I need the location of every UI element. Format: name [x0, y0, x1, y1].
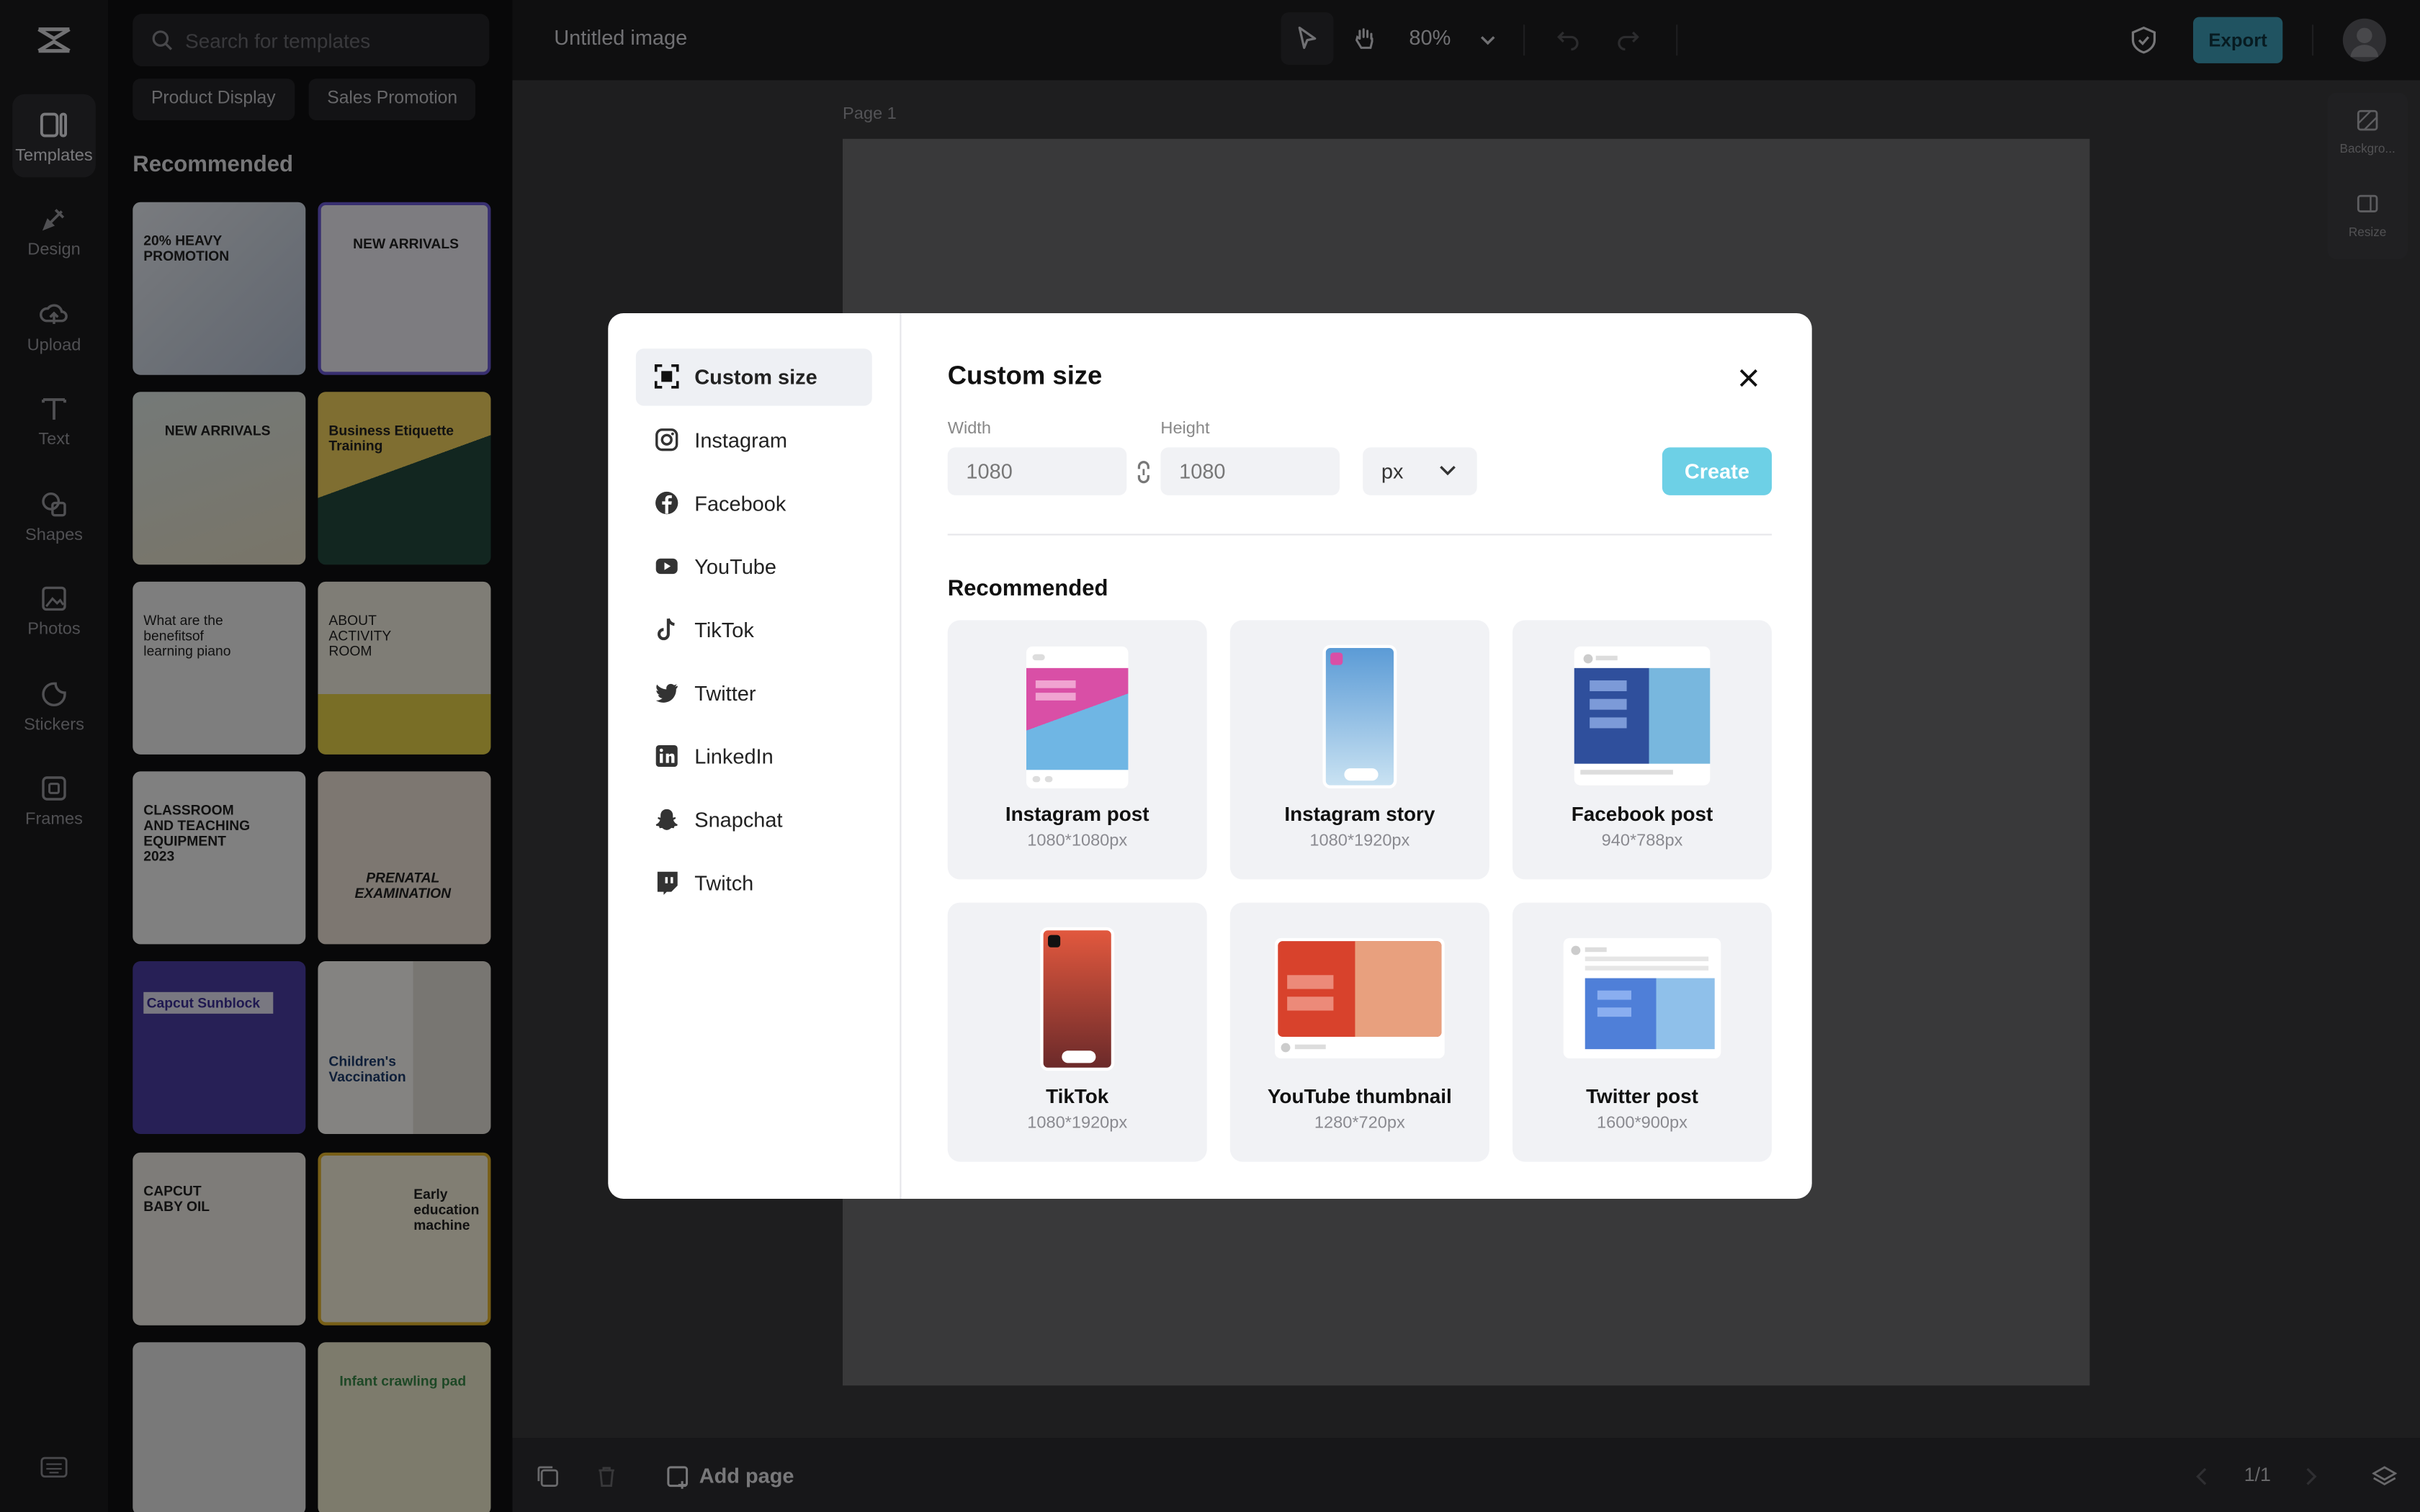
dialog-sidebar: Custom size Instagram Facebook YouTube T…	[608, 313, 902, 1199]
preset-card-twitter-post[interactable]: Twitter post 1600*900px	[1512, 902, 1772, 1162]
sidebar-item-tiktok[interactable]: TikTok	[636, 602, 872, 659]
preset-name: Instagram story	[1284, 802, 1435, 826]
preset-card-facebook-post[interactable]: Facebook post 940*788px	[1512, 620, 1772, 880]
sidebar-item-label: LinkedIn	[694, 745, 774, 769]
sidebar-item-twitch[interactable]: Twitch	[636, 855, 872, 912]
sidebar-item-youtube[interactable]: YouTube	[636, 539, 872, 595]
preset-size: 1080*1920px	[1027, 1114, 1128, 1133]
sidebar-item-custom-size[interactable]: Custom size	[635, 348, 872, 406]
preset-size: 1080*1080px	[1027, 832, 1128, 850]
preset-name: Instagram post	[1005, 802, 1150, 826]
width-input[interactable]	[947, 447, 1127, 495]
divider	[947, 534, 1772, 536]
tiktok-icon	[657, 618, 675, 641]
preset-name: YouTube thumbnail	[1267, 1084, 1452, 1108]
twitch-icon	[657, 871, 678, 895]
unit-select[interactable]: px	[1363, 447, 1477, 495]
preset-size: 1080*1920px	[1309, 832, 1410, 850]
sidebar-item-label: Custom size	[694, 365, 817, 389]
preset-illustration	[1275, 937, 1445, 1058]
sidebar-item-snapchat[interactable]: Snapchat	[636, 791, 872, 848]
custom-size-dialog: Custom size Instagram Facebook YouTube T…	[608, 313, 1812, 1199]
preset-illustration	[1322, 644, 1397, 788]
chevron-down-icon	[1440, 466, 1456, 476]
sidebar-item-label: TikTok	[694, 618, 754, 642]
preset-illustration	[1563, 937, 1721, 1058]
youtube-icon	[655, 558, 678, 575]
sidebar-item-instagram[interactable]: Instagram	[636, 412, 872, 469]
preset-illustration	[1026, 646, 1129, 788]
sidebar-item-label: Facebook	[694, 492, 786, 516]
linkedin-icon	[655, 745, 678, 767]
facebook-icon	[655, 491, 678, 515]
create-button[interactable]: Create	[1662, 447, 1772, 495]
close-icon[interactable]	[1733, 363, 1764, 394]
preset-illustration	[1040, 927, 1115, 1071]
preset-size: 940*788px	[1601, 832, 1683, 850]
sidebar-item-label: YouTube	[694, 555, 776, 579]
width-label: Width	[947, 419, 991, 438]
custom-size-icon	[654, 364, 679, 389]
sidebar-item-linkedin[interactable]: LinkedIn	[636, 728, 872, 785]
snapchat-icon	[655, 809, 678, 830]
sidebar-item-label: Instagram	[694, 428, 787, 452]
preset-card-youtube-thumbnail[interactable]: YouTube thumbnail 1280*720px	[1229, 902, 1489, 1162]
height-input[interactable]	[1160, 447, 1340, 495]
preset-name: Twitter post	[1586, 1084, 1698, 1108]
dialog-main: Custom size Width Height px Create Recom…	[947, 313, 1772, 1199]
sidebar-item-label: Twitter	[694, 682, 756, 706]
preset-name: Facebook post	[1571, 802, 1713, 826]
preset-card-instagram-story[interactable]: Instagram story 1080*1920px	[1229, 620, 1489, 880]
unit-select-value: px	[1381, 459, 1404, 483]
sidebar-item-twitter[interactable]: Twitter	[636, 665, 872, 722]
preset-size: 1280*720px	[1314, 1114, 1405, 1133]
dialog-title: Custom size	[947, 361, 1103, 391]
preset-size: 1600*900px	[1597, 1114, 1688, 1133]
preset-card-instagram-post[interactable]: Instagram post 1080*1080px	[947, 620, 1207, 880]
preset-illustration	[1574, 646, 1711, 786]
recommended-heading: Recommended	[947, 577, 1108, 602]
sidebar-item-facebook[interactable]: Facebook	[636, 475, 872, 532]
preset-card-tiktok[interactable]: TikTok 1080*1920px	[947, 902, 1207, 1162]
sidebar-item-label: Twitch	[694, 871, 754, 895]
preset-name: TikTok	[1046, 1084, 1109, 1108]
twitter-icon	[655, 683, 678, 703]
sidebar-item-label: Snapchat	[694, 808, 783, 832]
instagram-icon	[655, 428, 678, 451]
height-label: Height	[1160, 419, 1210, 438]
link-ratio-icon[interactable]	[1134, 460, 1153, 485]
